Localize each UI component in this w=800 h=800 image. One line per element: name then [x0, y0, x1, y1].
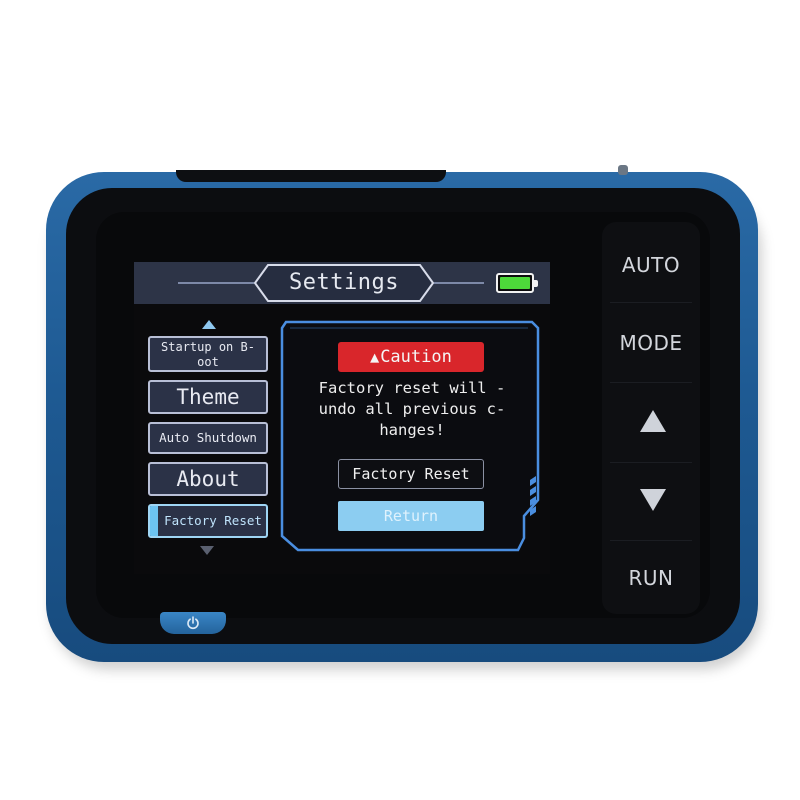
dialog-message: Factory reset will - undo all previous c…: [294, 378, 530, 441]
menu-item-label: Factory Reset: [164, 513, 262, 528]
menu-item-label: Theme: [176, 385, 240, 409]
menu-item-label: About: [176, 467, 240, 491]
up-arrow-icon[interactable]: [640, 410, 666, 432]
dialog-message-line: undo all previous c-: [318, 400, 506, 418]
button-divider: [610, 540, 692, 541]
menu-item-label: Auto Shutdown: [159, 430, 257, 445]
button-divider: [610, 382, 692, 383]
warning-icon: ▲: [370, 348, 380, 366]
button-divider: [610, 302, 692, 303]
scroll-down-icon[interactable]: [200, 546, 214, 555]
battery-icon: [496, 273, 538, 293]
down-arrow-icon[interactable]: [640, 489, 666, 511]
title-bar: Settings: [134, 262, 550, 304]
usb-port: [618, 165, 628, 175]
menu-item-auto-shutdown[interactable]: Auto Shutdown: [148, 422, 268, 454]
caution-label: Caution: [380, 347, 452, 367]
menu-item-factory-reset[interactable]: Factory Reset: [148, 504, 268, 538]
title-line-right: [434, 282, 484, 284]
menu-item-label-line1: Startup on B-: [161, 340, 255, 354]
dialog-message-line: hanges!: [379, 421, 445, 439]
selection-indicator: [150, 506, 158, 536]
page-title: Settings: [289, 270, 399, 295]
scroll-up-icon[interactable]: [202, 320, 216, 329]
battery-level: [500, 277, 530, 289]
lcd-screen: Settings Startup on B- oot Theme Auto Sh…: [134, 262, 550, 574]
return-button[interactable]: Return: [338, 501, 484, 531]
battery-terminal: [534, 280, 538, 287]
menu-item-startup-on-boot[interactable]: Startup on B- oot: [148, 336, 268, 372]
menu-item-theme[interactable]: Theme: [148, 380, 268, 414]
dialog-message-line: Factory reset will -: [318, 379, 506, 397]
factory-reset-button[interactable]: Factory Reset: [338, 459, 484, 489]
power-icon: [187, 616, 199, 630]
menu-item-about[interactable]: About: [148, 462, 268, 496]
run-button[interactable]: RUN: [602, 566, 700, 590]
title-line-left: [178, 282, 254, 284]
caution-badge: ▲Caution: [338, 342, 484, 372]
mode-button[interactable]: MODE: [602, 331, 700, 355]
button-divider: [610, 462, 692, 463]
menu-item-label-line2: oot: [197, 355, 219, 369]
auto-button[interactable]: AUTO: [602, 253, 700, 277]
